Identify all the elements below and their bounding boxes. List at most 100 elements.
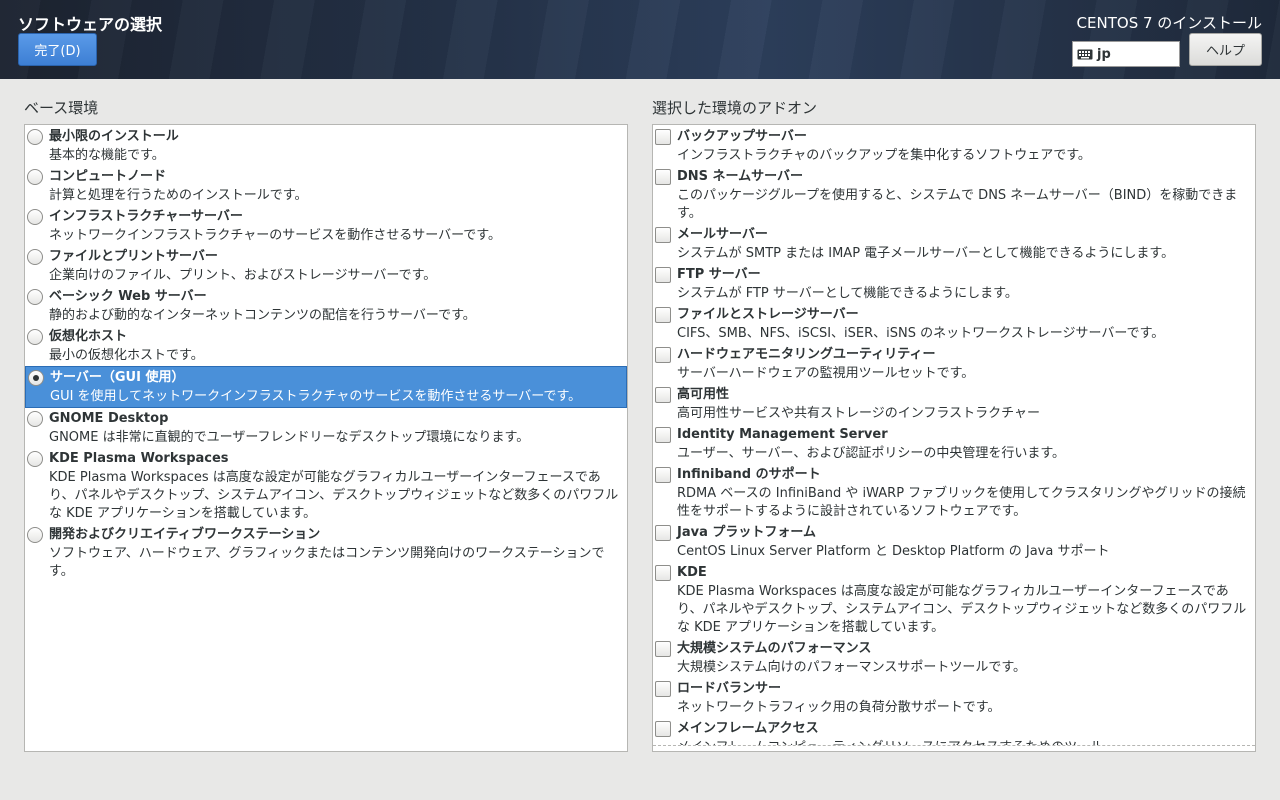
option-description: GUI を使用してネットワークインフラストラクチャのサービスを動作させるサーバー… xyxy=(50,389,582,404)
done-button[interactable]: 完了(D) xyxy=(18,33,97,66)
addon-description: 大規模システム向けのパフォーマンスサポートツールです。 xyxy=(677,660,1027,675)
addon-name: DNS ネームサーバー xyxy=(677,169,804,184)
addon-option[interactable]: バックアップサーバーインフラストラクチャのバックアップを集中化するソフトウェアで… xyxy=(653,126,1255,166)
addon-option[interactable]: Infiniband のサポート RDMA ベースの InfiniBand や i… xyxy=(653,464,1255,522)
addons-list: バックアップサーバーインフラストラクチャのバックアップを集中化するソフトウェアで… xyxy=(652,124,1256,752)
addon-option[interactable]: 高可用性 高可用性サービスや共有ストレージのインフラストラクチャー xyxy=(653,384,1255,424)
addon-name: バックアップサーバー xyxy=(677,129,807,144)
radio-button[interactable] xyxy=(27,209,43,225)
addon-name: Identity Management Server xyxy=(677,427,888,442)
base-environment-option[interactable]: サーバー（GUI 使用） GUI を使用してネットワークインフラストラクチャのサー… xyxy=(25,366,627,408)
option-description: 計算と処理を行うためのインストールです。 xyxy=(49,188,308,203)
addon-option[interactable]: ロードバランサー ネットワークトラフィック用の負荷分散サポートです。 xyxy=(653,678,1255,718)
option-name: ベーシック Web サーバー xyxy=(49,289,207,304)
addon-option[interactable]: DNS ネームサーバー このパッケージグループを使用すると、システムで DNS ネ… xyxy=(653,166,1255,224)
addon-description: サーバーハードウェアの監視用ツールセットです。 xyxy=(677,366,975,381)
addon-name: 大規模システムのパフォーマンス xyxy=(677,641,872,656)
checkbox[interactable] xyxy=(655,129,671,145)
addon-description: ユーザー、サーバー、および認証ポリシーの中央管理を行います。 xyxy=(677,446,1066,461)
radio-button[interactable] xyxy=(27,411,43,427)
addon-description: インフラストラクチャのバックアップを集中化するソフトウェアです。 xyxy=(677,148,1091,163)
checkbox[interactable] xyxy=(655,721,671,737)
base-environment-option[interactable]: 最小限のインストール 基本的な機能です。 xyxy=(25,126,627,166)
checkbox[interactable] xyxy=(655,681,671,697)
addon-name: ファイルとストレージサーバー xyxy=(677,307,859,322)
base-environment-option[interactable]: KDE Plasma Workspaces KDE Plasma Workspac… xyxy=(25,448,627,524)
base-environment-heading: ベース環境 xyxy=(24,99,99,117)
option-name: 開発およびクリエイティブワークステーション xyxy=(49,527,321,542)
checkbox[interactable] xyxy=(655,267,671,283)
checkbox[interactable] xyxy=(655,427,671,443)
option-description: KDE Plasma Workspaces は高度な設定が可能なグラフィカルユー… xyxy=(49,470,619,521)
addon-option[interactable]: Java プラットフォーム CentOS Linux Server Platfor… xyxy=(653,522,1255,562)
option-description: 静的および動的なインターネットコンテンツの配信を行うサーバーです。 xyxy=(49,308,476,323)
keyboard-layout-indicator[interactable]: jp xyxy=(1072,41,1180,67)
option-name: サーバー（GUI 使用） xyxy=(50,370,185,385)
addon-name: Infiniband のサポート xyxy=(677,467,821,482)
scroll-edge xyxy=(653,745,1255,751)
checkbox[interactable] xyxy=(655,565,671,581)
base-environment-option[interactable]: ファイルとプリントサーバー企業向けのファイル、プリント、およびストレージサーバー… xyxy=(25,246,627,286)
checkbox[interactable] xyxy=(655,467,671,483)
addon-name: KDE xyxy=(677,565,707,580)
keyboard-icon xyxy=(1077,49,1093,59)
option-description: GNOME は非常に直観的でユーザーフレンドリーなデスクトップ環境になります。 xyxy=(49,430,530,445)
radio-button[interactable] xyxy=(27,129,43,145)
addon-option[interactable]: 大規模システムのパフォーマンス大規模システム向けのパフォーマンスサポートツールで… xyxy=(653,638,1255,678)
addon-option[interactable]: ファイルとストレージサーバー CIFS、SMB、NFS、iSCSI、iSER、iS… xyxy=(653,304,1255,344)
radio-button[interactable] xyxy=(27,169,43,185)
addon-option[interactable]: KDE KDE Plasma Workspaces は高度な設定が可能なグラフィカ… xyxy=(653,562,1255,638)
checkbox[interactable] xyxy=(655,347,671,363)
checkbox[interactable] xyxy=(655,307,671,323)
addon-option[interactable]: Identity Management Server ユーザー、サーバー、および認… xyxy=(653,424,1255,464)
base-environment-option[interactable]: インフラストラクチャーサーバーネットワークインフラストラクチャーのサービスを動作… xyxy=(25,206,627,246)
option-description: ネットワークインフラストラクチャーのサービスを動作させるサーバーです。 xyxy=(49,228,502,243)
checkbox[interactable] xyxy=(655,525,671,541)
addon-description: RDMA ベースの InfiniBand や iWARP ファブリックを使用して… xyxy=(677,486,1246,519)
radio-button[interactable] xyxy=(27,329,43,345)
option-name: 最小限のインストール xyxy=(49,129,179,144)
option-description: 最小の仮想化ホストです。 xyxy=(49,348,204,363)
addon-name: FTP サーバー xyxy=(677,267,761,282)
page-title: ソフトウェアの選択 xyxy=(18,15,163,34)
checkbox[interactable] xyxy=(655,387,671,403)
radio-button[interactable] xyxy=(27,289,43,305)
option-name: ファイルとプリントサーバー xyxy=(49,249,218,264)
checkbox[interactable] xyxy=(655,641,671,657)
radio-button[interactable] xyxy=(27,451,43,467)
addon-description: システムが SMTP または IMAP 電子メールサーバーとして機能できるように… xyxy=(677,246,1175,261)
base-environment-option[interactable]: GNOME Desktop GNOME は非常に直観的でユーザーフレンドリーなデス… xyxy=(25,408,627,448)
addon-name: メインフレームアクセス xyxy=(677,721,819,736)
radio-button[interactable] xyxy=(28,370,44,386)
option-name: GNOME Desktop xyxy=(49,411,169,426)
checkbox[interactable] xyxy=(655,227,671,243)
option-description: 企業向けのファイル、プリント、およびストレージサーバーです。 xyxy=(49,268,437,283)
option-description: ソフトウェア、ハードウェア、グラフィックまたはコンテンツ開発向けのワークステーシ… xyxy=(49,546,605,579)
addon-description: CentOS Linux Server Platform と Desktop P… xyxy=(677,544,1110,559)
help-button[interactable]: ヘルプ xyxy=(1189,33,1262,66)
base-environment-option[interactable]: 仮想化ホスト最小の仮想化ホストです。 xyxy=(25,326,627,366)
base-environment-option[interactable]: コンピュートノード計算と処理を行うためのインストールです。 xyxy=(25,166,627,206)
addon-name: Java プラットフォーム xyxy=(677,525,816,540)
addon-option[interactable]: FTP サーバー システムが FTP サーバーとして機能できるようにします。 xyxy=(653,264,1255,304)
checkbox[interactable] xyxy=(655,169,671,185)
addons-heading: 選択した環境のアドオン xyxy=(652,99,818,117)
base-environment-option[interactable]: ベーシック Web サーバー静的および動的なインターネットコンテンツの配信を行う… xyxy=(25,286,627,326)
option-name: 仮想化ホスト xyxy=(49,329,128,344)
base-environment-option[interactable]: 開発およびクリエイティブワークステーションソフトウェア、ハードウェア、グラフィッ… xyxy=(25,524,627,582)
addon-option[interactable]: メールサーバーシステムが SMTP または IMAP 電子メールサーバーとして機… xyxy=(653,224,1255,264)
addon-description: 高可用性サービスや共有ストレージのインフラストラクチャー xyxy=(677,406,1040,421)
radio-button[interactable] xyxy=(27,249,43,265)
addon-description: ネットワークトラフィック用の負荷分散サポートです。 xyxy=(677,700,1001,715)
install-title: CENTOS 7 のインストール xyxy=(1076,14,1262,32)
addon-name: メールサーバー xyxy=(677,227,768,242)
addon-option[interactable]: ハードウェアモニタリングユーティリティーサーバーハードウェアの監視用ツールセット… xyxy=(653,344,1255,384)
option-name: コンピュートノード xyxy=(49,169,167,184)
option-name: KDE Plasma Workspaces xyxy=(49,451,229,466)
radio-button[interactable] xyxy=(27,527,43,543)
header-bar: ソフトウェアの選択 完了(D) CENTOS 7 のインストール jp ヘルプ xyxy=(0,0,1280,79)
keyboard-layout-label: jp xyxy=(1097,46,1111,62)
addon-description: KDE Plasma Workspaces は高度な設定が可能なグラフィカルユー… xyxy=(677,584,1247,635)
option-name: インフラストラクチャーサーバー xyxy=(49,209,243,224)
addon-name: ハードウェアモニタリングユーティリティー xyxy=(677,347,936,362)
